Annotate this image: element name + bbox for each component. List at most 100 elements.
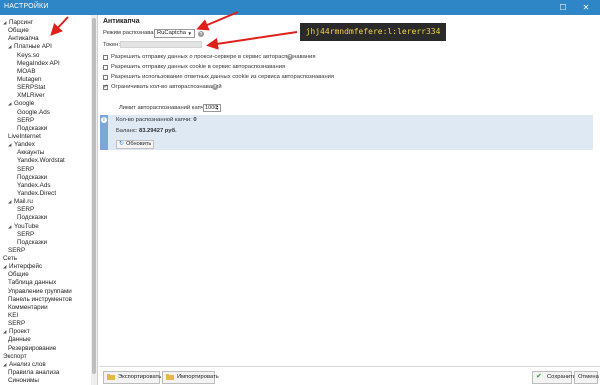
sidebar-item[interactable]: Подсказки — [17, 214, 47, 222]
sidebar-item[interactable]: Управление группами — [8, 288, 72, 296]
save-label: Сохранить — [547, 374, 576, 380]
sidebar-item[interactable]: SERP — [17, 231, 34, 239]
option-proxy-checkbox[interactable] — [103, 55, 108, 60]
sidebar-item[interactable]: Таблица данных — [8, 279, 56, 287]
sidebar-item-label: SERP — [8, 246, 26, 254]
sidebar-item[interactable]: MOAB — [17, 68, 36, 76]
sidebar-item[interactable]: Экспорт — [3, 353, 27, 361]
sidebar-item[interactable]: ◢ YouTube — [8, 223, 39, 231]
sidebar-item[interactable]: ◢ Анализ слов — [3, 361, 46, 369]
sidebar-item[interactable]: Yandex.Direct — [17, 190, 56, 198]
sidebar-item[interactable]: Общие — [8, 27, 29, 35]
sidebar-item-label: Комментарии — [8, 303, 48, 311]
sidebar-item[interactable]: Keys.so — [17, 52, 39, 60]
sidebar-item[interactable]: Антикапча — [8, 35, 39, 43]
sidebar-scroll-thumb[interactable] — [92, 18, 96, 374]
sidebar-item-label: SERP — [8, 320, 26, 328]
recognition-mode-select[interactable]: RuCaptcha ▼ — [154, 29, 195, 38]
sidebar-item[interactable]: ◢ Интерфейс — [3, 263, 42, 271]
sidebar-item[interactable]: Yandex.Wordstat — [17, 157, 65, 165]
sidebar-item[interactable]: ◢ Mail.ru — [8, 198, 33, 206]
save-button[interactable]: ✔ Сохранить — [532, 371, 576, 384]
sidebar-item[interactable]: Панель инструментов — [8, 296, 72, 304]
recognition-info-panel: i Кол-во распознанной капчи: 0 Баланс: 8… — [100, 115, 593, 150]
sidebar-item-label: Правила анализа — [8, 369, 60, 377]
sidebar-item[interactable]: SERP — [17, 117, 34, 125]
recognition-mode-value: RuCaptcha — [157, 30, 187, 36]
sidebar-item[interactable]: Google.Ads — [17, 109, 50, 117]
sidebar-item-label: Антикапча — [8, 35, 39, 43]
sidebar-item[interactable]: ◢ Платные API — [8, 43, 52, 51]
close-icon[interactable]: ✕ — [576, 0, 596, 15]
sidebar-item[interactable]: KEI — [8, 312, 18, 320]
import-button[interactable]: Импортировать — [162, 371, 219, 384]
sidebar-item[interactable]: MegaIndex API — [17, 60, 60, 68]
sidebar-item[interactable]: Подсказки — [17, 239, 47, 247]
sidebar-item-label: KEI — [8, 312, 19, 320]
sidebar-item-label: Платные API — [14, 43, 52, 51]
sidebar-item[interactable]: SERP — [17, 206, 34, 214]
maximize-icon[interactable]: ☐ — [553, 0, 573, 15]
sidebar-item[interactable]: Подсказки — [17, 174, 47, 182]
sidebar-item-label: Keys.so — [17, 51, 40, 59]
sidebar-item[interactable]: ◢ Проект — [3, 328, 30, 336]
sidebar-item-label: Yandex.Wordstat — [17, 157, 65, 165]
refresh-button[interactable]: ↻ Обновить — [116, 140, 154, 149]
sidebar-item[interactable]: LiveInternet — [8, 133, 41, 141]
balance-label: Баланс: — [116, 128, 138, 134]
balance: Баланс: 83.29427 руб. — [116, 128, 177, 134]
refresh-label: Обновить — [126, 141, 152, 147]
sidebar-item-label: SERP — [17, 165, 35, 173]
anticaptcha-panel: Антикапча Режим распознавания: RuCaptcha… — [99, 15, 600, 366]
option-cookie-send-checkbox[interactable] — [103, 65, 108, 70]
sidebar-item-label: LiveInternet — [8, 132, 41, 140]
sidebar-item[interactable]: Комментарии — [8, 304, 48, 312]
sidebar-item[interactable]: SERP — [17, 166, 34, 174]
help-icon[interactable]: ? — [198, 31, 204, 37]
chevron-down-icon: ▼ — [187, 31, 192, 36]
token-input[interactable] — [120, 41, 202, 48]
option-cookie-use-checkbox[interactable] — [103, 75, 108, 80]
window-title: НАСТРОЙКИ — [4, 3, 49, 10]
sidebar-item[interactable]: Сеть — [3, 255, 17, 263]
title-bar: НАСТРОЙКИ ☐ ✕ — [0, 0, 600, 15]
sidebar-item[interactable]: ◢ Google — [8, 100, 34, 108]
cancel-button[interactable]: Отмена — [574, 371, 599, 384]
sidebar-item[interactable]: SERP — [8, 320, 25, 328]
sidebar-item[interactable]: Mutagen — [17, 76, 42, 84]
option-cookie-use-label: Разрешить использование ответных данных … — [111, 74, 335, 80]
sidebar-item[interactable]: Yandex.Ads — [17, 182, 51, 190]
sidebar-item-label: SERP — [17, 116, 35, 124]
sidebar-item-label: Подсказки — [17, 238, 48, 246]
limit-stepper[interactable]: 1000 ▲ ▼ — [203, 104, 221, 112]
sidebar-item[interactable]: ◢ Парсинг — [3, 19, 33, 27]
sidebar-item[interactable]: SERPStat — [17, 84, 45, 92]
captcha-count: Кол-во распознанной капчи: 0 — [116, 117, 197, 123]
option-limit-checkbox[interactable] — [103, 84, 108, 90]
sidebar-item-label: Парсинг — [9, 19, 33, 26]
sidebar-item[interactable]: SERP — [8, 247, 25, 255]
sidebar-item[interactable]: Резервирование — [8, 345, 56, 353]
sidebar-item-label: Экспорт — [3, 352, 27, 360]
sidebar-item-label: Yandex — [14, 141, 35, 149]
help-icon[interactable]: ? — [287, 54, 293, 60]
sidebar-item-label: SERPStat — [17, 84, 46, 92]
sidebar-item-label: Проект — [9, 328, 30, 336]
sidebar-item[interactable]: ◢ Yandex — [8, 141, 35, 149]
sidebar-item-label: Данные — [8, 336, 31, 344]
info-sidebar: i — [100, 115, 108, 150]
sidebar-item[interactable]: Аккаунты — [17, 149, 44, 157]
stepper-arrows-icon[interactable]: ▲ ▼ — [216, 104, 219, 111]
sidebar-item[interactable]: Правила анализа — [8, 369, 59, 377]
sidebar-scrollbar[interactable] — [91, 15, 97, 385]
export-button[interactable]: Экспортировать — [103, 371, 161, 384]
sidebar-item-label: Управление группами — [8, 287, 72, 295]
check-icon: ✔ — [536, 373, 542, 380]
sidebar-item-label: Общие — [8, 271, 29, 279]
sidebar-item[interactable]: Синонимы — [8, 377, 39, 385]
help-icon[interactable]: ? — [212, 84, 218, 90]
sidebar-item-label: Подсказки — [17, 173, 48, 181]
sidebar-item[interactable]: Подсказки — [17, 125, 47, 133]
sidebar-item[interactable]: XMLRiver — [17, 92, 45, 100]
sidebar-item[interactable]: Данные — [8, 336, 31, 344]
